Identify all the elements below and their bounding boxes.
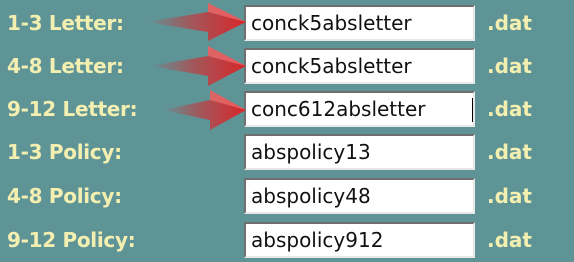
input-1-3-letter[interactable] xyxy=(246,7,473,39)
input-1-3-policy[interactable] xyxy=(246,136,473,168)
label-4-8-letter: 4-8 Letter: xyxy=(7,54,124,78)
filename-settings-panel: 1-3 Letter: .dat 4-8 Letter: .dat 9-12 L… xyxy=(0,0,574,262)
field-4-8-policy[interactable] xyxy=(244,178,475,214)
row-4-8-letter: 4-8 Letter: .dat xyxy=(0,48,574,86)
ext-9-12-policy: .dat xyxy=(487,228,532,252)
label-4-8-policy: 4-8 Policy: xyxy=(7,184,122,208)
label-9-12-letter: 9-12 Letter: xyxy=(7,97,138,121)
row-1-3-letter: 1-3 Letter: .dat xyxy=(0,5,574,43)
label-9-12-policy: 9-12 Policy: xyxy=(7,228,136,252)
field-1-3-policy[interactable] xyxy=(244,134,475,170)
field-9-12-letter[interactable] xyxy=(244,91,475,127)
ext-9-12-letter: .dat xyxy=(487,97,532,121)
ext-1-3-letter: .dat xyxy=(487,11,532,35)
ext-4-8-letter: .dat xyxy=(487,54,532,78)
input-4-8-letter[interactable] xyxy=(246,50,473,82)
row-1-3-policy: 1-3 Policy: .dat xyxy=(0,134,574,172)
label-1-3-letter: 1-3 Letter: xyxy=(7,11,124,35)
label-1-3-policy: 1-3 Policy: xyxy=(7,140,122,164)
row-9-12-policy: 9-12 Policy: .dat xyxy=(0,222,574,260)
row-9-12-letter: 9-12 Letter: .dat xyxy=(0,91,574,129)
input-9-12-letter[interactable] xyxy=(246,93,473,125)
field-9-12-policy[interactable] xyxy=(244,222,475,258)
row-4-8-policy: 4-8 Policy: .dat xyxy=(0,178,574,216)
ext-4-8-policy: .dat xyxy=(487,184,532,208)
ext-1-3-policy: .dat xyxy=(487,140,532,164)
input-4-8-policy[interactable] xyxy=(246,180,473,212)
field-1-3-letter[interactable] xyxy=(244,5,475,41)
text-caret xyxy=(472,98,473,122)
field-4-8-letter[interactable] xyxy=(244,48,475,84)
input-9-12-policy[interactable] xyxy=(246,224,473,256)
